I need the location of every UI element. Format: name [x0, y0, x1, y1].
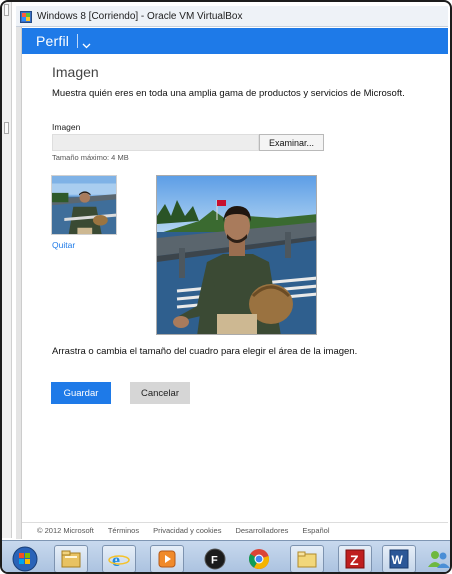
filezilla-icon[interactable]: Z: [338, 545, 372, 572]
f-app-icon[interactable]: F: [198, 545, 232, 572]
host-edge-marker: [4, 4, 9, 16]
app-bar-divider: [77, 34, 79, 48]
window-title: Windows 8 [Corriendo] - Oracle VM Virtua…: [37, 10, 243, 22]
max-size-note: Tamaño máximo: 4 MB: [52, 153, 129, 162]
file-explorer-icon[interactable]: [54, 545, 88, 572]
page-description: Muestra quién eres en toda una amplia ga…: [52, 88, 405, 99]
image-thumbnail-preview: [51, 175, 117, 235]
remove-image-link[interactable]: Quitar: [52, 240, 75, 250]
footer-link-developers[interactable]: Desarrolladores: [235, 526, 288, 535]
chrome-icon[interactable]: [242, 545, 276, 572]
profile-app-bar: Perfil: [22, 28, 448, 54]
host-edge-marker: [4, 122, 9, 134]
taskbar: e F Z W: [2, 540, 450, 572]
footer-link-privacy[interactable]: Privacidad y cookies: [153, 526, 221, 535]
screen-frame: Windows 8 [Corriendo] - Oracle VM Virtua…: [0, 0, 452, 574]
page-footer: © 2012 Microsoft Términos Privacidad y c…: [22, 522, 448, 538]
virtualbox-titlebar[interactable]: Windows 8 [Corriendo] - Oracle VM Virtua…: [16, 6, 448, 27]
save-button[interactable]: Guardar: [51, 382, 111, 404]
internet-explorer-icon[interactable]: e: [102, 545, 136, 572]
footer-link-language[interactable]: Español: [302, 526, 329, 535]
page-title: Imagen: [52, 64, 99, 80]
cancel-button[interactable]: Cancelar: [130, 382, 190, 404]
folder-icon[interactable]: [290, 545, 324, 572]
image-field-label: Imagen: [52, 122, 81, 132]
host-window-edge: [2, 2, 12, 538]
virtualbox-icon: [20, 10, 32, 23]
profile-image-page: Imagen Muestra quién eres en toda una am…: [22, 54, 448, 535]
browse-button[interactable]: Examinar...: [259, 134, 324, 151]
footer-copyright: © 2012 Microsoft: [37, 526, 94, 535]
word-icon[interactable]: W: [382, 545, 416, 572]
svg-text:e: e: [112, 550, 120, 570]
app-bar-title[interactable]: Perfil: [36, 33, 69, 49]
start-orb-icon[interactable]: [8, 545, 42, 572]
crop-instruction: Arrastra o cambia el tamaño del cuadro p…: [52, 346, 358, 357]
image-crop-area[interactable]: [156, 175, 317, 335]
media-player-icon[interactable]: [150, 545, 184, 572]
svg-text:W: W: [392, 553, 404, 567]
chevron-down-icon[interactable]: [82, 37, 91, 48]
svg-text:F: F: [211, 555, 218, 567]
footer-link-terms[interactable]: Términos: [108, 526, 139, 535]
people-icon[interactable]: [422, 545, 450, 572]
svg-text:Z: Z: [350, 552, 359, 568]
image-file-input[interactable]: [52, 134, 259, 151]
